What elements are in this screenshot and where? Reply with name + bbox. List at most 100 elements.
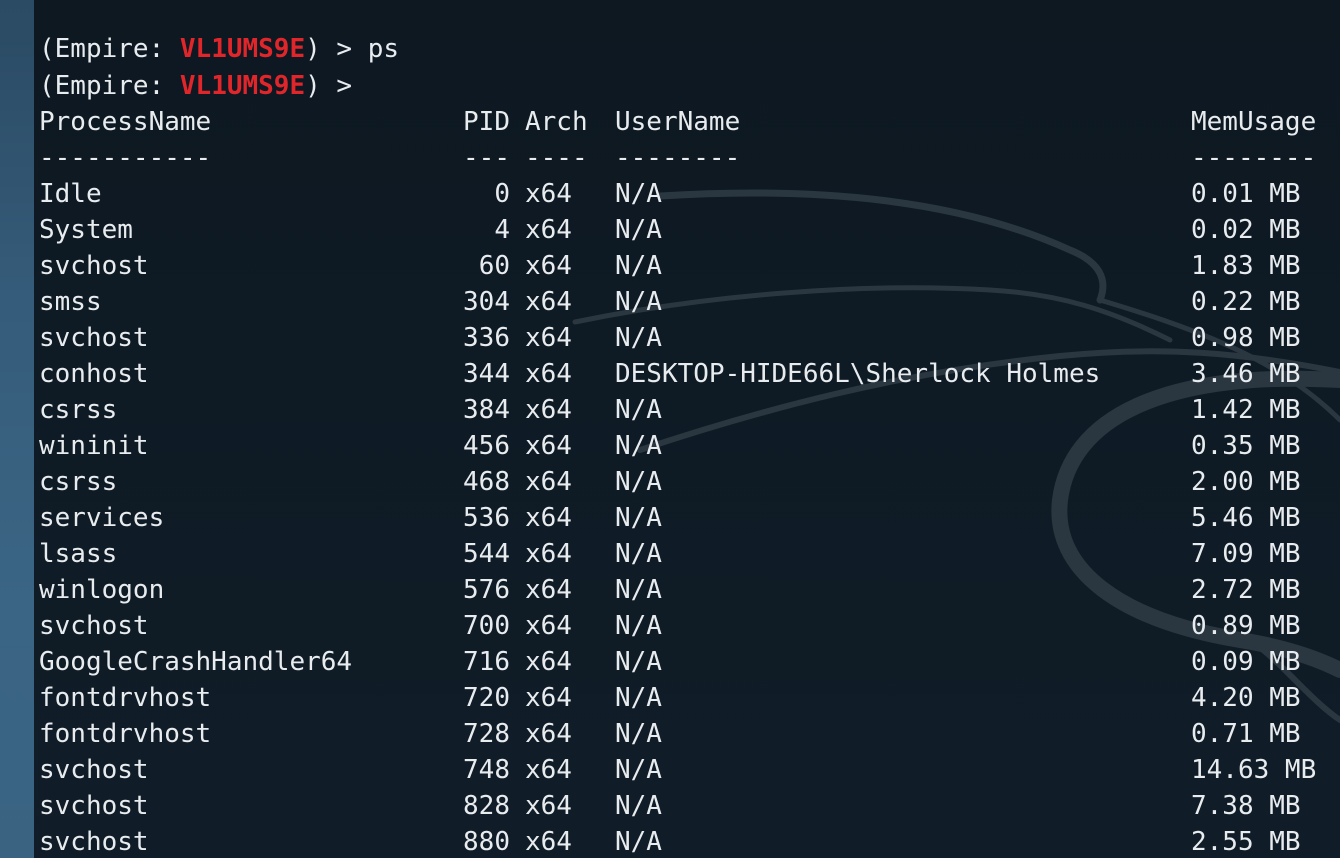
process-name: svchost — [39, 251, 149, 281]
process-memusage: 1.83 MB — [1191, 251, 1301, 281]
process-arch: x64 — [525, 827, 572, 857]
process-username: N/A — [615, 575, 662, 605]
process-pid: 720 — [463, 683, 510, 713]
process-pid: 304 — [463, 287, 510, 317]
table-row: svchost 748 x64 N/A 14.63 MB — [39, 752, 1339, 788]
process-username: N/A — [615, 791, 662, 821]
prompt-suffix: ) > — [305, 34, 368, 64]
process-pid: 456 — [463, 431, 510, 461]
table-row: lsass 544 x64 N/A 7.09 MB — [39, 536, 1339, 572]
process-pid: 544 — [463, 539, 510, 569]
process-memusage: 0.02 MB — [1191, 215, 1301, 245]
table-row: services 536 x64 N/A 5.46 MB — [39, 500, 1339, 536]
process-name: conhost — [39, 359, 149, 389]
table-row: svchost 60 x64 N/A 1.83 MB — [39, 248, 1339, 284]
process-memusage: 5.46 MB — [1191, 503, 1301, 533]
separator-username: -------- — [615, 143, 741, 173]
process-arch: x64 — [525, 323, 572, 353]
process-arch: x64 — [525, 755, 572, 785]
process-username: N/A — [615, 467, 662, 497]
process-memusage: 2.00 MB — [1191, 467, 1301, 497]
table-row: conhost 344 x64 DESKTOP-HIDE66L\Sherlock Ho… — [39, 356, 1339, 392]
process-name: GoogleCrashHandler64 — [39, 647, 353, 677]
process-username: N/A — [615, 287, 662, 317]
process-arch: x64 — [525, 251, 572, 281]
process-name: services — [39, 503, 165, 533]
table-separator-row: ----------- --- ---- -------- -------- — [39, 140, 1339, 176]
process-arch: x64 — [525, 791, 572, 821]
separator-arch: ---- — [525, 143, 588, 173]
header-memusage: MemUsage — [1191, 107, 1317, 137]
process-memusage: 2.72 MB — [1191, 575, 1301, 605]
process-name: fontdrvhost — [39, 719, 212, 749]
table-row: svchost 700 x64 N/A 0.89 MB — [39, 608, 1339, 644]
process-username: N/A — [615, 395, 662, 425]
process-pid: 700 — [463, 611, 510, 641]
process-name: wininit — [39, 431, 149, 461]
process-name: lsass — [39, 539, 118, 569]
process-arch: x64 — [525, 503, 572, 533]
process-pid: 344 — [463, 359, 510, 389]
process-memusage: 0.09 MB — [1191, 647, 1301, 677]
process-arch: x64 — [525, 539, 572, 569]
process-username: N/A — [615, 719, 662, 749]
process-memusage: 0.22 MB — [1191, 287, 1301, 317]
process-username: N/A — [615, 251, 662, 281]
process-name: System — [39, 215, 133, 245]
process-pid: 4 — [494, 215, 510, 245]
table-row: csrss 384 x64 N/A 1.42 MB — [39, 392, 1339, 428]
desktop-side-panel — [0, 0, 34, 858]
header-processname: ProcessName — [39, 107, 212, 137]
process-username: N/A — [615, 611, 662, 641]
process-memusage: 0.89 MB — [1191, 611, 1301, 641]
table-row: csrss 468 x64 N/A 2.00 MB — [39, 464, 1339, 500]
process-name: svchost — [39, 611, 149, 641]
process-pid: 716 — [463, 647, 510, 677]
process-name: svchost — [39, 323, 149, 353]
process-pid: 60 — [478, 251, 510, 281]
process-arch: x64 — [525, 647, 572, 677]
terminal-output[interactable]: (Empire: VL1UMS9E) > ps (Empire: VL1UMS9… — [34, 0, 1340, 858]
process-username: N/A — [615, 179, 662, 209]
table-row: svchost 828 x64 N/A 7.38 MB — [39, 788, 1339, 824]
table-row: Idle 0 x64 N/A 0.01 MB — [39, 176, 1339, 212]
process-username: N/A — [615, 827, 662, 857]
process-username: N/A — [615, 755, 662, 785]
process-memusage: 7.38 MB — [1191, 791, 1301, 821]
header-arch: Arch — [525, 107, 588, 137]
process-memusage: 0.01 MB — [1191, 179, 1301, 209]
process-arch: x64 — [525, 431, 572, 461]
table-row: GoogleCrashHandler64 716 x64 N/A 0.09 MB — [39, 644, 1339, 680]
process-memusage: 0.71 MB — [1191, 719, 1301, 749]
prompt-line: (Empire: VL1UMS9E) > — [39, 68, 368, 104]
process-arch: x64 — [525, 359, 572, 389]
process-username: N/A — [615, 683, 662, 713]
table-row: fontdrvhost 728 x64 N/A 0.71 MB — [39, 716, 1339, 752]
process-username: N/A — [615, 503, 662, 533]
process-arch: x64 — [525, 179, 572, 209]
process-memusage: 0.35 MB — [1191, 431, 1301, 461]
prompt-prefix: (Empire: — [39, 34, 180, 64]
process-arch: x64 — [525, 719, 572, 749]
process-name: csrss — [39, 395, 118, 425]
process-username: N/A — [615, 215, 662, 245]
process-arch: x64 — [525, 683, 572, 713]
process-memusage: 0.98 MB — [1191, 323, 1301, 353]
process-username: DESKTOP-HIDE66L\Sherlock Holmes — [615, 359, 1101, 389]
prompt-line: (Empire: VL1UMS9E) > ps — [39, 31, 399, 67]
session-id: VL1UMS9E — [179, 34, 306, 64]
process-username: N/A — [615, 647, 662, 677]
header-username: UserName — [615, 107, 741, 137]
separator-pid: --- — [463, 143, 510, 173]
process-memusage: 1.42 MB — [1191, 395, 1301, 425]
desktop-background: (Empire: VL1UMS9E) > ps (Empire: VL1UMS9… — [0, 0, 1340, 858]
process-memusage: 14.63 MB — [1191, 755, 1317, 785]
process-arch: x64 — [525, 467, 572, 497]
process-arch: x64 — [525, 215, 572, 245]
process-memusage: 4.20 MB — [1191, 683, 1301, 713]
process-name: smss — [39, 287, 102, 317]
table-row: winlogon 576 x64 N/A 2.72 MB — [39, 572, 1339, 608]
process-name: svchost — [39, 791, 149, 821]
process-pid: 880 — [463, 827, 510, 857]
process-username: N/A — [615, 539, 662, 569]
